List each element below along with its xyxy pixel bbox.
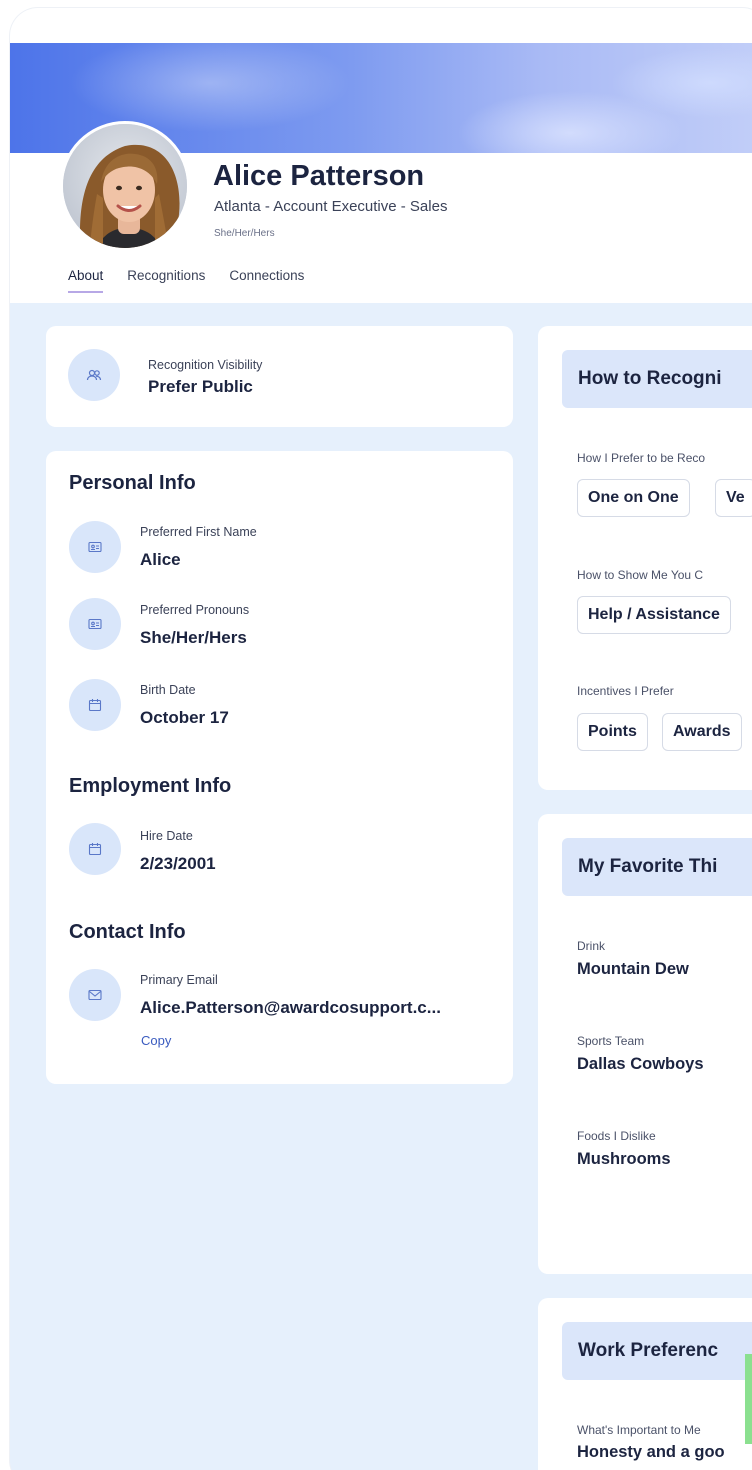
- important-value: Honesty and a goo: [577, 1443, 725, 1461]
- dislike-label: Foods I Dislike: [577, 1129, 656, 1143]
- dislike-value: Mushrooms: [577, 1150, 671, 1168]
- important-label: What's Important to Me: [577, 1423, 701, 1437]
- visibility-label: Recognition Visibility: [148, 358, 263, 372]
- employment-info-title: Employment Info: [69, 775, 232, 797]
- favorites-title: My Favorite Thi: [562, 838, 752, 896]
- show-label: How to Show Me You C: [577, 568, 704, 582]
- favorites-card: My Favorite Thi Drink Mountain Dew Sport…: [538, 814, 752, 1274]
- users-icon: [68, 349, 120, 401]
- frame-top: [10, 8, 752, 43]
- side-accent-bar: [745, 1354, 752, 1444]
- birth-date-label: Birth Date: [140, 683, 196, 697]
- hire-date-label: Hire Date: [140, 829, 193, 843]
- copy-email-link[interactable]: Copy: [141, 1033, 171, 1048]
- contact-info-title: Contact Info: [69, 921, 186, 943]
- personal-info-card: Personal Info Preferred First Name Alice…: [46, 451, 513, 1084]
- chip-points: Points: [577, 713, 648, 751]
- work-title: Work Preferenc: [562, 1322, 752, 1380]
- chip-verbal: Ve: [715, 479, 752, 517]
- calendar-icon: [69, 679, 121, 731]
- avatar-portrait-icon: [63, 124, 187, 248]
- team-value: Dallas Cowboys: [577, 1055, 704, 1073]
- avatar: [60, 121, 190, 251]
- prefer-label: How I Prefer to be Reco: [577, 451, 706, 465]
- tab-about[interactable]: About: [68, 268, 104, 293]
- personal-info-title: Personal Info: [69, 472, 196, 494]
- first-name-label: Preferred First Name: [140, 525, 257, 539]
- drink-value: Mountain Dew: [577, 960, 689, 978]
- incentives-label: Incentives I Prefer: [577, 684, 674, 698]
- profile-pronouns: She/Her/Hers: [214, 228, 275, 239]
- chip-one-on-one: One on One: [577, 479, 690, 517]
- first-name-value: Alice: [140, 550, 181, 569]
- work-preferences-card: Work Preferenc What's Important to Me Ho…: [538, 1298, 752, 1470]
- drink-label: Drink: [577, 939, 606, 953]
- recognize-card: How to Recogni How I Prefer to be Reco O…: [538, 326, 752, 790]
- tab-connections[interactable]: Connections: [229, 268, 304, 293]
- profile-tabs: About Recognitions Connections: [68, 268, 304, 293]
- tab-recognitions[interactable]: Recognitions: [127, 268, 205, 293]
- profile-name: Alice Patterson: [213, 160, 425, 192]
- email-label: Primary Email: [140, 973, 218, 987]
- recognize-title: How to Recogni: [562, 350, 752, 408]
- profile-subtitle: Atlanta - Account Executive - Sales: [214, 198, 448, 215]
- email-value: Alice.Patterson@awardcosupport.c...: [140, 998, 441, 1017]
- pronouns-value: She/Her/Hers: [140, 628, 247, 647]
- visibility-card: Recognition Visibility Prefer Public: [46, 326, 513, 427]
- mail-icon: [69, 969, 121, 1021]
- visibility-value: Prefer Public: [148, 377, 253, 396]
- id-card-icon: [69, 521, 121, 573]
- calendar-icon: [69, 823, 121, 875]
- team-label: Sports Team: [577, 1034, 645, 1048]
- chip-awards: Awards: [662, 713, 742, 751]
- birth-date-value: October 17: [140, 708, 229, 727]
- hire-date-value: 2/23/2001: [140, 854, 216, 873]
- chip-help-assistance: Help / Assistance: [577, 596, 731, 634]
- pronouns-label: Preferred Pronouns: [140, 603, 250, 617]
- id-card-icon: [69, 598, 121, 650]
